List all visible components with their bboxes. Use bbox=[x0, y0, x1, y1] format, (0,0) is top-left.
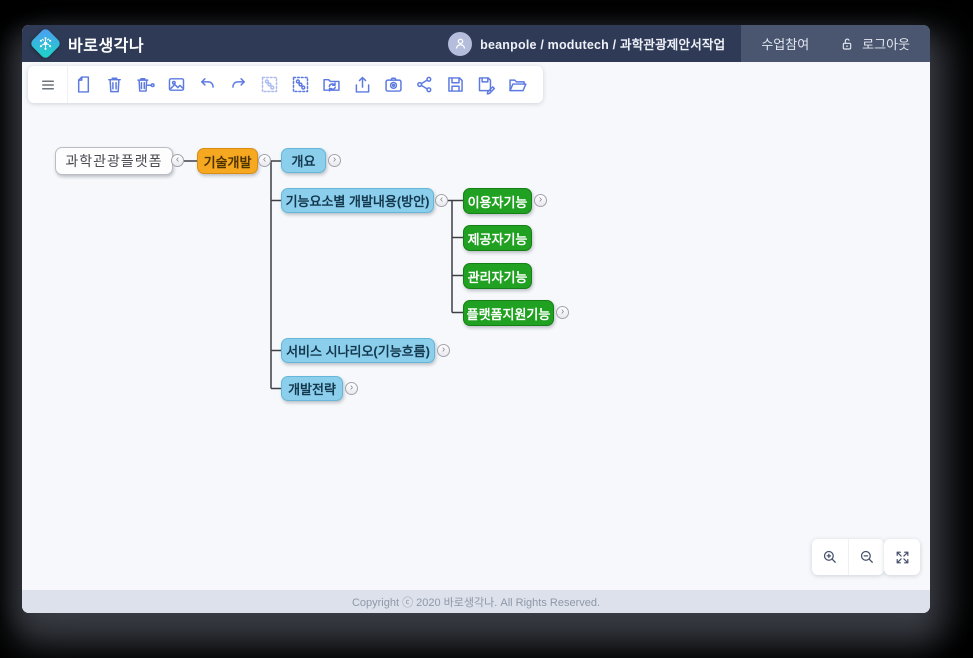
app-footer: Copyright ⓒ 2020 바로생각나. All Rights Reser… bbox=[22, 590, 930, 613]
app-header: 바로생각나 beanpole / modutech / 과학관광제안서작업 수업… bbox=[22, 25, 930, 62]
app-logo[interactable] bbox=[22, 32, 68, 55]
join-class-label: 수업참여 bbox=[761, 34, 809, 53]
expand-toggle[interactable]: › bbox=[556, 306, 569, 319]
app-title: 바로생각나 bbox=[68, 32, 144, 56]
unlock-icon bbox=[839, 36, 855, 52]
mindmap-logo-icon bbox=[29, 27, 62, 60]
expand-toggle[interactable]: › bbox=[534, 194, 547, 207]
mindmap-canvas[interactable]: 과학관광플랫폼 ‹ 기술개발 ‹ 개요 › 기능요소별 개발내용(방안) ‹ 이… bbox=[22, 62, 930, 590]
collapse-toggle[interactable]: ‹ bbox=[258, 154, 271, 167]
user-chip[interactable]: beanpole / modutech / 과학관광제안서작업 bbox=[448, 32, 725, 56]
collapse-toggle[interactable]: ‹ bbox=[171, 154, 184, 167]
logout-label: 로그아웃 bbox=[862, 34, 910, 53]
logout-button[interactable]: 로그아웃 bbox=[839, 34, 910, 53]
header-actions: 수업참여 로그아웃 bbox=[741, 25, 930, 62]
join-class-button[interactable]: 수업참여 bbox=[761, 34, 809, 53]
user-workspace-label: beanpole / modutech / 과학관광제안서작업 bbox=[480, 34, 725, 53]
mindmap-connectors bbox=[22, 62, 908, 590]
collapse-toggle[interactable]: ‹ bbox=[435, 194, 448, 207]
expand-toggle[interactable]: › bbox=[345, 382, 358, 395]
expand-toggle[interactable]: › bbox=[328, 154, 341, 167]
user-avatar-icon bbox=[448, 32, 472, 56]
expand-toggle[interactable]: › bbox=[437, 344, 450, 357]
app-window: 바로생각나 beanpole / modutech / 과학관광제안서작업 수업… bbox=[22, 25, 930, 613]
copyright-text: Copyright ⓒ 2020 바로생각나. All Rights Reser… bbox=[352, 594, 600, 610]
